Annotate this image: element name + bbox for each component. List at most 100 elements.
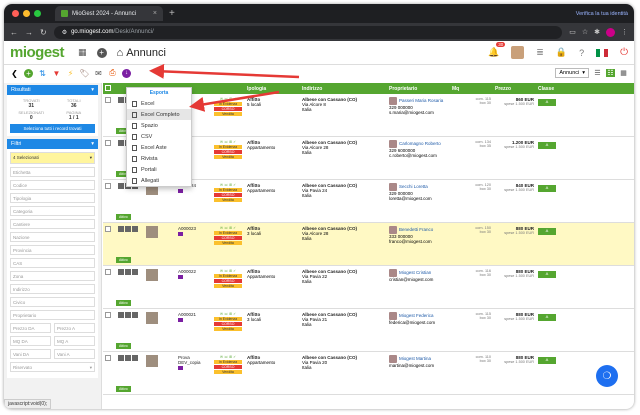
property-thumbnail[interactable]	[146, 269, 158, 281]
filter-field[interactable]: Zona	[10, 271, 95, 281]
logout-power-icon[interactable]: ⏻	[620, 47, 628, 58]
filter-field[interactable]: Indirizzo	[10, 284, 95, 294]
property-thumbnail[interactable]	[146, 355, 158, 367]
filter-field[interactable]: CAS	[10, 258, 95, 268]
edit-icon[interactable]	[118, 226, 124, 232]
column-header[interactable]: Indirizzo	[300, 86, 387, 92]
sort-icon[interactable]: ⇅	[38, 69, 47, 78]
edit-icon[interactable]	[118, 312, 124, 318]
owner-email[interactable]: c.roberto@miogest.com	[389, 153, 448, 158]
row-checkbox[interactable]	[105, 355, 111, 361]
column-header[interactable]: Prezzo	[493, 86, 536, 92]
bookmark-star-icon[interactable]: ☆	[582, 28, 588, 37]
menu-kebab-icon[interactable]: ⋮	[621, 28, 628, 37]
edit-icon[interactable]	[118, 183, 124, 189]
owner-name[interactable]: Miogest Federica	[399, 313, 434, 318]
column-header[interactable]: Ipologia	[245, 86, 300, 92]
lightning-icon[interactable]: ⚡	[66, 69, 75, 78]
table-row[interactable]: A000021 ✉ ☏ ⊞ ✓ In Evidenza CORSO Vendit…	[103, 309, 634, 352]
filter-field[interactable]: Codice	[10, 180, 95, 190]
view-select[interactable]: Annunci ▾	[555, 68, 589, 78]
filter-field[interactable]: Tipologia	[10, 193, 95, 203]
property-code[interactable]: A000021	[178, 312, 210, 317]
column-header[interactable]: Mq	[450, 86, 493, 92]
browser-tab[interactable]: MioGest 2024 - Annunci ×	[55, 6, 163, 21]
filter-icon[interactable]: ▼	[52, 69, 61, 78]
view-icon[interactable]	[125, 312, 131, 318]
view-icon[interactable]	[125, 269, 131, 275]
owner-name[interactable]: Passeri Maria Rosaria	[399, 98, 443, 103]
property-code[interactable]: Prova DEV_copia	[178, 355, 210, 365]
edit-icon[interactable]	[118, 355, 124, 361]
back-chevron-icon[interactable]: ❮	[10, 69, 19, 78]
export-menu-item[interactable]: Rivista	[127, 153, 191, 164]
italy-flag-icon[interactable]	[596, 48, 609, 57]
property-thumbnail[interactable]	[146, 312, 158, 324]
owner-email[interactable]: franco@miogest.com	[389, 239, 448, 244]
edit-icon[interactable]	[118, 140, 124, 146]
owner-email[interactable]: martina@miogest.com	[389, 363, 448, 368]
owner-name[interactable]: Miogest Cristian	[399, 270, 431, 275]
row-checkbox[interactable]	[105, 97, 111, 103]
more-icon[interactable]	[132, 355, 138, 361]
export-menu-item[interactable]: Allegati	[127, 175, 191, 186]
tag-icon[interactable]: 🏷	[79, 69, 89, 78]
back-arrow-icon[interactable]: ←	[10, 28, 18, 37]
row-checkbox[interactable]	[105, 140, 111, 146]
row-checkbox[interactable]	[105, 312, 111, 318]
list-view-icon[interactable]: ☰	[593, 69, 602, 77]
filter-field[interactable]: Etichetta	[10, 167, 95, 177]
row-checkbox[interactable]	[105, 226, 111, 232]
notifications-icon[interactable]: 🔔 30	[488, 42, 506, 58]
select-all-checkbox[interactable]	[105, 84, 111, 91]
table-row[interactable]: A000022 ✉ ☏ ⊞ ✓ In Evidenza CORSO Vendit…	[103, 266, 634, 309]
close-tab-icon[interactable]: ×	[153, 10, 157, 17]
new-tab-button[interactable]: +	[169, 8, 175, 19]
export-menu-item[interactable]: CSV	[127, 131, 191, 142]
table-row[interactable]: Prova DEV_copia ✉ ☏ ⊞ ✓ In Evidenza CORS…	[103, 352, 634, 395]
property-code[interactable]: A000022	[178, 269, 210, 274]
table-view-icon[interactable]: ☷	[606, 69, 615, 77]
verify-identity-link[interactable]: Verifica la tua identità	[576, 11, 628, 17]
more-icon[interactable]	[132, 269, 138, 275]
profile-avatar[interactable]	[606, 27, 615, 37]
more-icon[interactable]	[132, 226, 138, 232]
column-header[interactable]: Proprietario	[387, 86, 450, 92]
filter-field[interactable]: Riservato ▾	[10, 362, 95, 372]
reload-icon[interactable]: ↻	[40, 28, 47, 37]
mail-icon[interactable]: ✉	[94, 69, 103, 78]
close-window-button[interactable]	[12, 10, 19, 17]
export-download-icon[interactable]: ↓	[122, 68, 131, 78]
export-menu-item[interactable]: Excel Completo	[127, 109, 191, 120]
export-menu-item[interactable]: Excel	[127, 98, 191, 109]
filter-field[interactable]: Categoria	[10, 206, 95, 216]
maximize-window-button[interactable]	[34, 10, 41, 17]
view-icon[interactable]	[125, 226, 131, 232]
owner-name[interactable]: Miogest Martina	[399, 356, 431, 361]
filter-field[interactable]: MQ A	[54, 336, 95, 346]
site-info-icon[interactable]: ⚙	[62, 29, 67, 36]
cast-icon[interactable]: ▭	[569, 28, 576, 37]
owner-email[interactable]: cristian@miogest.com	[389, 277, 448, 282]
minimize-window-button[interactable]	[23, 10, 30, 17]
owner-email[interactable]: loretta@miogest.com	[389, 196, 448, 201]
filters-header[interactable]: Filtri ▾	[7, 139, 98, 149]
results-header[interactable]: Risultati ▾	[7, 85, 98, 95]
address-bar[interactable]: ⚙ go.miogest.com/Desk/Annunci/	[53, 25, 563, 39]
export-menu-item[interactable]: Spazio	[127, 120, 191, 131]
chat-bubble-icon[interactable]: ❍	[596, 365, 618, 387]
row-checkbox[interactable]	[105, 183, 111, 189]
filter-field[interactable]: Prezzo A	[54, 323, 95, 333]
table-row[interactable]: A000023 ✉ ☏ ⊞ ✓ In Evidenza CORSO Vendit…	[103, 223, 634, 266]
view-icon[interactable]	[125, 355, 131, 361]
filter-field[interactable]: Provincia	[10, 245, 95, 255]
property-thumbnail[interactable]	[146, 226, 158, 238]
edit-icon[interactable]	[118, 97, 124, 103]
more-icon[interactable]	[132, 312, 138, 318]
filter-field[interactable]: Cantiere	[10, 219, 95, 229]
export-menu-item[interactable]: Excel Aste	[127, 142, 191, 153]
owner-name[interactable]: Carlomagno Roberto	[399, 141, 441, 146]
select-all-button[interactable]: Seleziona tutti i record trovati	[10, 124, 95, 133]
app-logo[interactable]: miogest	[10, 44, 65, 61]
column-header[interactable]: Classe	[536, 86, 563, 92]
